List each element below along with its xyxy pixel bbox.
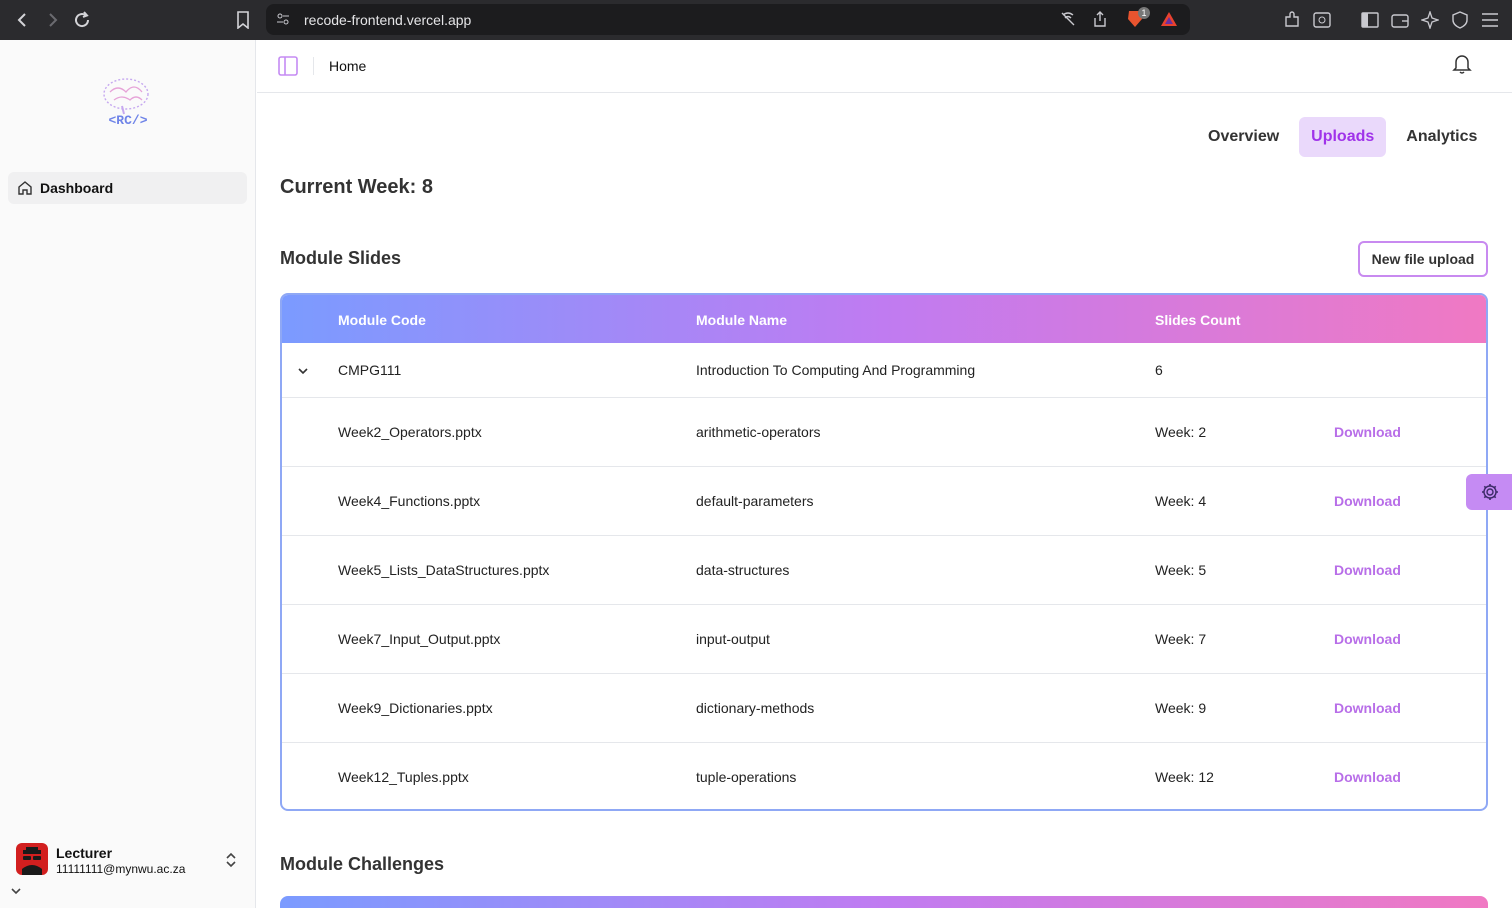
- extensions-icon[interactable]: [1281, 9, 1303, 31]
- file-week: Week: 4: [1155, 493, 1207, 509]
- column-header-module-code[interactable]: Module Code: [338, 312, 426, 328]
- screenshot-icon[interactable]: [1311, 9, 1333, 31]
- download-link[interactable]: Download: [1334, 493, 1401, 509]
- gear-icon: [1481, 483, 1499, 501]
- file-topic: input-output: [696, 631, 770, 647]
- chevron-down-icon[interactable]: [8, 883, 24, 899]
- panel-toggle-icon[interactable]: [278, 56, 298, 76]
- new-file-upload-button[interactable]: New file upload: [1358, 241, 1488, 277]
- bell-icon[interactable]: [1452, 53, 1472, 75]
- wallet-icon[interactable]: [1389, 9, 1411, 31]
- vpn-icon[interactable]: [1449, 9, 1471, 31]
- svg-text:<RC/>: <RC/>: [108, 113, 147, 128]
- forward-icon[interactable]: [37, 5, 67, 35]
- column-header-module-name[interactable]: Module Name: [696, 312, 787, 328]
- table-header: Module Code Module Name Slides Count: [282, 295, 1486, 343]
- chevron-down-icon[interactable]: [296, 364, 310, 378]
- file-name: Week9_Dictionaries.pptx: [338, 700, 493, 716]
- top-header: Home: [257, 40, 1512, 93]
- module-code: CMPG111: [338, 362, 402, 378]
- avatar: [16, 843, 48, 875]
- sidebar-item-label: Dashboard: [40, 180, 114, 196]
- browser-toolbar: recode-frontend.vercel.app 1: [0, 0, 1512, 40]
- download-link[interactable]: Download: [1334, 769, 1401, 785]
- file-week: Week: 9: [1155, 700, 1207, 716]
- download-link[interactable]: Download: [1334, 631, 1401, 647]
- file-week: Week: 2: [1155, 424, 1207, 440]
- file-topic: dictionary-methods: [696, 700, 815, 716]
- breadcrumb[interactable]: Home: [329, 58, 366, 74]
- module-slides-heading: Module Slides: [280, 248, 402, 268]
- reload-icon[interactable]: [67, 5, 97, 35]
- recode-logo[interactable]: <RC/>: [96, 76, 160, 128]
- view-tabs: Overview Uploads Analytics: [1196, 117, 1489, 157]
- table-row: Week5_Lists_DataStructures.pptx data-str…: [282, 536, 1486, 605]
- current-week-heading: Current Week: 8: [280, 176, 434, 198]
- header-divider: [313, 57, 314, 75]
- challenges-table-header: [280, 896, 1488, 908]
- user-menu[interactable]: Lecturer 11111111@mynwu.ac.za: [16, 843, 246, 883]
- file-week: Week: 12: [1155, 769, 1214, 785]
- bookmark-icon[interactable]: [228, 5, 258, 35]
- table-row: Week7_Input_Output.pptx input-output Wee…: [282, 605, 1486, 674]
- menu-icon[interactable]: [1479, 9, 1501, 31]
- slides-count: 6: [1155, 362, 1163, 378]
- table-row: Week2_Operators.pptx arithmetic-operator…: [282, 398, 1486, 467]
- brave-rewards-icon[interactable]: [1158, 8, 1180, 30]
- tab-analytics[interactable]: Analytics: [1394, 117, 1489, 157]
- tab-uploads[interactable]: Uploads: [1299, 117, 1387, 157]
- user-email: 11111111@mynwu.ac.za: [56, 862, 186, 876]
- leo-ai-icon[interactable]: [1419, 9, 1441, 31]
- address-bar[interactable]: recode-frontend.vercel.app 1: [266, 4, 1190, 35]
- file-name: Week2_Operators.pptx: [338, 424, 482, 440]
- table-row: Week9_Dictionaries.pptx dictionary-metho…: [282, 674, 1486, 743]
- file-name: Week4_Functions.pptx: [338, 493, 481, 509]
- tab-overview[interactable]: Overview: [1196, 117, 1291, 157]
- url-text: recode-frontend.vercel.app: [304, 12, 472, 28]
- download-link[interactable]: Download: [1334, 424, 1401, 440]
- file-week: Week: 7: [1155, 631, 1207, 647]
- column-header-slides-count[interactable]: Slides Count: [1155, 312, 1241, 328]
- table-row: Week12_Tuples.pptx tuple-operations Week…: [282, 743, 1486, 809]
- sidebar: <RC/> Dashboard Lecturer 11111111@mynwu.…: [0, 40, 256, 908]
- shield-badge: 1: [1138, 7, 1150, 19]
- file-topic: tuple-operations: [696, 769, 797, 785]
- sidebar-toggle-icon[interactable]: [1359, 9, 1381, 31]
- module-slides-table: Module Code Module Name Slides Count CMP…: [280, 293, 1488, 811]
- file-name: Week12_Tuples.pptx: [338, 769, 469, 785]
- share-icon[interactable]: [1089, 8, 1111, 30]
- file-topic: arithmetic-operators: [696, 424, 821, 440]
- site-settings-icon[interactable]: [272, 8, 294, 30]
- file-name: Week5_Lists_DataStructures.pptx: [338, 562, 550, 578]
- file-topic: default-parameters: [696, 493, 814, 509]
- file-name: Week7_Input_Output.pptx: [338, 631, 501, 647]
- download-link[interactable]: Download: [1334, 562, 1401, 578]
- reader-mode-icon[interactable]: [1057, 8, 1079, 30]
- home-icon: [17, 180, 33, 196]
- chevron-up-down-icon[interactable]: [224, 851, 238, 869]
- back-icon[interactable]: [8, 5, 38, 35]
- module-row[interactable]: CMPG111 Introduction To Computing And Pr…: [282, 343, 1486, 398]
- file-topic: data-structures: [696, 562, 790, 578]
- download-link[interactable]: Download: [1334, 700, 1401, 716]
- file-week: Week: 5: [1155, 562, 1207, 578]
- table-row: Week4_Functions.pptx default-parameters …: [282, 467, 1486, 536]
- module-challenges-heading: Module Challenges: [280, 854, 445, 874]
- sidebar-item-dashboard[interactable]: Dashboard: [8, 172, 247, 204]
- settings-button[interactable]: [1466, 474, 1512, 510]
- module-name: Introduction To Computing And Programmin…: [696, 362, 976, 378]
- user-name: Lecturer: [56, 845, 113, 861]
